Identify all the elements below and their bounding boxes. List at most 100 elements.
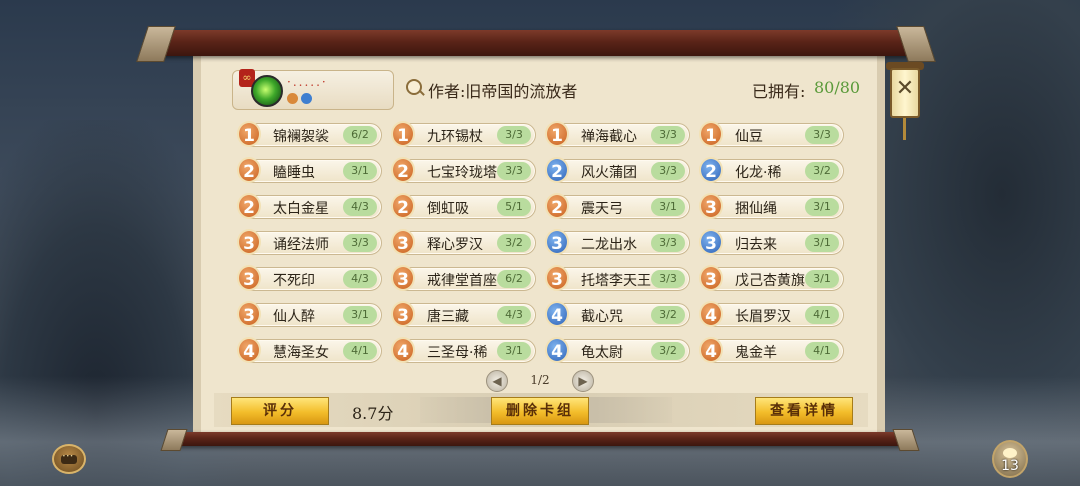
scroll-roller-bottom bbox=[160, 429, 920, 451]
card-name: 归去来 bbox=[735, 237, 777, 253]
search-icon[interactable] bbox=[406, 79, 422, 95]
deck-card[interactable]: 3 托塔李天王 3/3 bbox=[545, 265, 690, 291]
card-name: 风火蒲团 bbox=[581, 165, 637, 181]
pagination: ◀ 1/2 ▶ bbox=[486, 370, 594, 392]
card-cost-badge: 3 bbox=[237, 265, 261, 291]
deck-card[interactable]: 1 九环锡杖 3/3 bbox=[391, 121, 536, 147]
deck-card[interactable]: 3 归去来 3/1 bbox=[699, 229, 844, 255]
card-name: 慧海圣女 bbox=[273, 345, 329, 361]
card-count-badge: 3/3 bbox=[651, 234, 685, 252]
card-cost-badge: 4 bbox=[699, 301, 723, 327]
deck-card[interactable]: 1 仙豆 3/3 bbox=[699, 121, 844, 147]
deck-card[interactable]: 2 化龙·稀 3/2 bbox=[699, 157, 844, 183]
card-cost-badge: 2 bbox=[237, 193, 261, 219]
deck-card[interactable]: 3 唐三藏 4/3 bbox=[391, 301, 536, 327]
gift-button[interactable]: 13 bbox=[992, 440, 1028, 478]
card-name: 长眉罗汉 bbox=[735, 309, 791, 325]
deck-card[interactable]: 4 长眉罗汉 4/1 bbox=[699, 301, 844, 327]
card-count-badge: 3/1 bbox=[343, 162, 377, 180]
deck-name: ·.....· bbox=[287, 75, 328, 89]
scroll-roller-top bbox=[136, 26, 936, 62]
next-page-button[interactable]: ▶ bbox=[572, 370, 594, 392]
lantern-tassel bbox=[903, 118, 906, 140]
deck-card[interactable]: 3 戒律堂首座 6/2 bbox=[391, 265, 536, 291]
card-cost-badge: 3 bbox=[699, 265, 723, 291]
card-name: 托塔李天王 bbox=[581, 273, 651, 289]
deck-card[interactable]: 2 太白金星 4/3 bbox=[237, 193, 382, 219]
card-count-badge: 3/1 bbox=[805, 234, 839, 252]
card-count-badge: 3/3 bbox=[651, 162, 685, 180]
deck-card[interactable]: 3 仙人醉 3/1 bbox=[237, 301, 382, 327]
deck-card[interactable]: 1 禅海截心 3/3 bbox=[545, 121, 690, 147]
card-grid: 1 锦襕袈裟 6/2 1 九环锡杖 3/3 1 禅海截心 3/3 1 仙豆 3/3 2 瞌睡虫 3/1 2 七宝… bbox=[237, 121, 844, 363]
card-count-badge: 3/1 bbox=[805, 270, 839, 288]
card-count-badge: 3/2 bbox=[651, 342, 685, 360]
close-lantern-button[interactable]: ✕ bbox=[886, 60, 924, 140]
card-cost-badge: 2 bbox=[391, 157, 415, 183]
deck-card[interactable]: 3 捆仙绳 3/1 bbox=[699, 193, 844, 219]
card-cost-badge: 3 bbox=[237, 301, 261, 327]
card-cost-badge: 1 bbox=[699, 121, 723, 147]
card-count-badge: 3/1 bbox=[343, 306, 377, 324]
card-cost-badge: 2 bbox=[699, 157, 723, 183]
card-name: 七宝玲珑塔 bbox=[427, 165, 497, 181]
water-element-icon bbox=[301, 93, 312, 104]
card-name: 九环锡杖 bbox=[427, 129, 483, 145]
card-count-badge: 3/1 bbox=[651, 198, 685, 216]
card-count-badge: 6/2 bbox=[343, 126, 377, 144]
card-cost-badge: 4 bbox=[237, 337, 261, 363]
card-name: 释心罗汉 bbox=[427, 237, 483, 253]
card-cost-badge: 1 bbox=[237, 121, 261, 147]
card-name: 化龙·稀 bbox=[735, 165, 782, 181]
card-count-badge: 3/2 bbox=[651, 306, 685, 324]
deck-card[interactable]: 4 龟太尉 3/2 bbox=[545, 337, 690, 363]
card-name: 震天弓 bbox=[581, 201, 623, 217]
card-cost-badge: 4 bbox=[699, 337, 723, 363]
card-name: 戊己杏黄旗 bbox=[735, 273, 805, 289]
view-details-button[interactable]: 查看详情 bbox=[755, 397, 853, 425]
card-count-badge: 3/3 bbox=[497, 162, 531, 180]
deck-badge[interactable]: ∞ ·.....· bbox=[232, 69, 394, 110]
card-name: 锦襕袈裟 bbox=[273, 129, 329, 145]
card-cost-badge: 3 bbox=[237, 229, 261, 255]
card-name: 仙人醉 bbox=[273, 309, 315, 325]
deck-card[interactable]: 2 七宝玲珑塔 3/3 bbox=[391, 157, 536, 183]
deck-card[interactable]: 3 不死印 4/3 bbox=[237, 265, 382, 291]
deck-card[interactable]: 2 瞌睡虫 3/1 bbox=[237, 157, 382, 183]
deck-card[interactable]: 4 鬼金羊 4/1 bbox=[699, 337, 844, 363]
card-name: 二龙出水 bbox=[581, 237, 637, 253]
deck-card[interactable]: 3 戊己杏黄旗 3/1 bbox=[699, 265, 844, 291]
card-cost-badge: 3 bbox=[699, 193, 723, 219]
deck-hero-orb-icon bbox=[251, 75, 283, 107]
deck-card[interactable]: 2 风火蒲团 3/3 bbox=[545, 157, 690, 183]
card-count-badge: 3/3 bbox=[651, 270, 685, 288]
card-count-badge: 4/1 bbox=[805, 306, 839, 324]
card-count-badge: 3/3 bbox=[343, 234, 377, 252]
delete-deck-button[interactable]: 删除卡组 bbox=[491, 397, 589, 425]
chat-bubble-icon bbox=[61, 449, 77, 464]
deck-card[interactable]: 4 慧海圣女 4/1 bbox=[237, 337, 382, 363]
deck-card[interactable]: 2 震天弓 3/1 bbox=[545, 193, 690, 219]
deck-card[interactable]: 4 截心咒 3/2 bbox=[545, 301, 690, 327]
deck-card[interactable]: 4 三圣母·稀 3/1 bbox=[391, 337, 536, 363]
gift-icon bbox=[1003, 448, 1017, 458]
deck-card[interactable]: 3 诵经法师 3/3 bbox=[237, 229, 382, 255]
owned-label: 已拥有: bbox=[752, 82, 806, 101]
card-cost-badge: 2 bbox=[545, 157, 569, 183]
card-count-badge: 3/3 bbox=[651, 126, 685, 144]
card-count-badge: 6/2 bbox=[497, 270, 531, 288]
card-name: 不死印 bbox=[273, 273, 315, 289]
deck-author: 作者:旧帝国的流放者 bbox=[428, 82, 578, 101]
deck-card[interactable]: 3 释心罗汉 3/2 bbox=[391, 229, 536, 255]
card-name: 龟太尉 bbox=[581, 345, 623, 361]
card-count-badge: 3/1 bbox=[805, 198, 839, 216]
fire-element-icon bbox=[287, 93, 298, 104]
card-count-badge: 3/3 bbox=[805, 126, 839, 144]
chat-button[interactable] bbox=[52, 444, 86, 474]
card-count-badge: 4/1 bbox=[343, 342, 377, 360]
deck-card[interactable]: 1 锦襕袈裟 6/2 bbox=[237, 121, 382, 147]
score-label: 评分 bbox=[231, 397, 329, 425]
deck-card[interactable]: 3 二龙出水 3/3 bbox=[545, 229, 690, 255]
card-cost-badge: 2 bbox=[391, 193, 415, 219]
deck-card[interactable]: 2 倒虹吸 5/1 bbox=[391, 193, 536, 219]
